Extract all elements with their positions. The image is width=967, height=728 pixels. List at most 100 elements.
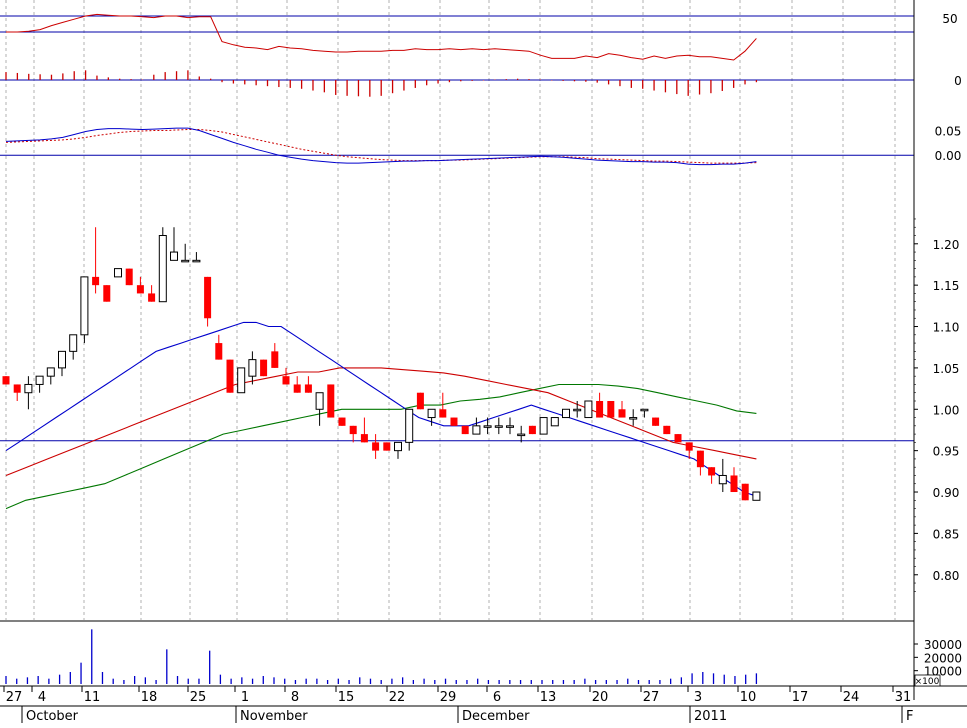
candle-body-down — [450, 417, 458, 426]
candle-body-down — [461, 425, 469, 435]
price-tick-label: 1.20 — [933, 238, 960, 252]
candle-body-up — [80, 276, 89, 336]
volume-tick-label: 30000 — [924, 638, 962, 652]
x-day-label: 4 — [38, 690, 46, 705]
candle-body-down — [271, 351, 279, 368]
x-day-label: 24 — [843, 690, 860, 705]
candle-body-down — [439, 409, 447, 418]
candle-body-down — [304, 384, 312, 393]
candle-body-up — [69, 334, 78, 352]
candle-body-up — [584, 400, 593, 419]
candle-body-up — [550, 417, 559, 427]
candle-body-down — [383, 442, 391, 451]
rsi-tick-label: 50 — [942, 12, 957, 26]
stock-chart: 27 4 11 18 25 1 8 15 22 29 6 13 20 27 3 10 17 24 31 October… — [0, 0, 967, 724]
histogram-tick-label: 0 — [954, 74, 962, 88]
price-tick-label: 1.05 — [933, 362, 960, 376]
candle-body-up — [539, 417, 548, 435]
candle-body-up — [573, 408, 582, 412]
x-day-label: 29 — [440, 690, 457, 705]
x-day-label: 6 — [493, 690, 501, 705]
candle-body-up — [405, 408, 414, 443]
x-day-label: 15 — [338, 690, 355, 705]
candle-body-up — [718, 474, 727, 485]
candle-body-up — [46, 367, 55, 377]
price-tick-label: 0.80 — [933, 569, 960, 583]
candle-body-down — [282, 376, 290, 385]
volume-unit-label: ×100 — [915, 677, 940, 687]
x-day-label: 8 — [291, 690, 299, 705]
candle-body-down — [349, 425, 357, 435]
x-month-label: October — [26, 709, 79, 723]
x-day-label: 27 — [6, 690, 23, 705]
candle-body-down — [663, 425, 671, 435]
candle-body-down — [260, 359, 268, 377]
macd-tick-label: 0.00 — [935, 149, 962, 163]
candle-body-up — [562, 408, 570, 419]
candle-body-up — [494, 425, 503, 428]
x-day-label: 11 — [84, 690, 101, 705]
candle-body-up — [237, 367, 246, 394]
candle-body-down — [125, 268, 133, 286]
candle-body-down — [528, 425, 536, 435]
candle-body-down — [416, 392, 424, 410]
candle-body-up — [517, 433, 526, 437]
volume-panel — [5, 629, 758, 684]
right-axis: 50 0 0.05 0.00 1.20 1.15 1.10 1.05 1.00 0.95 0.90 0… — [913, 0, 962, 700]
candle-body-up — [170, 251, 178, 261]
x-day-label: 3 — [694, 690, 702, 705]
x-day-label: 25 — [190, 690, 207, 705]
price-tick-label: 1.15 — [933, 279, 960, 293]
candle-body-up — [472, 425, 481, 435]
macd-signal-line — [5, 129, 757, 164]
price-tick-label: 0.90 — [933, 486, 960, 500]
candle-body-down — [293, 384, 301, 393]
candle-body-up — [192, 259, 201, 263]
candle-body-up — [640, 408, 649, 412]
rsi-line — [6, 13, 757, 61]
x-month-label: December — [462, 709, 530, 723]
candle-body-up — [181, 259, 190, 263]
candle-body-down — [103, 285, 111, 302]
histogram-panel — [0, 70, 914, 97]
x-day-label: 13 — [540, 690, 557, 705]
candle-body-up — [114, 268, 122, 278]
x-month-label: November — [240, 709, 308, 723]
candle-body-down — [13, 384, 21, 393]
candle-body-down — [708, 467, 716, 476]
chart-svg: 27 4 11 18 25 1 8 15 22 29 6 13 20 27 3 10 17 24 31October… — [0, 0, 967, 724]
candle-body-up — [315, 392, 324, 410]
x-day-label: 31 — [895, 690, 912, 705]
ma-long-line — [5, 383, 757, 510]
candle-body-up — [158, 235, 167, 303]
candle-body-down — [226, 359, 234, 393]
candle-body-down — [360, 434, 368, 443]
candle-body-down — [741, 483, 749, 501]
candle-body-up — [506, 425, 514, 428]
grid-layer — [0, 0, 967, 707]
candle-body-down — [652, 417, 660, 426]
candle-body-down — [136, 285, 144, 294]
x-day-label: 20 — [592, 690, 609, 705]
candle-body-up — [58, 350, 66, 369]
candle-body-up — [427, 408, 436, 419]
candle-body-down — [730, 475, 738, 493]
x-day-label: 22 — [389, 690, 406, 705]
candle-body-down — [327, 384, 335, 418]
x-day-label: 27 — [643, 690, 660, 705]
volume-tick-label: 20000 — [924, 651, 962, 665]
candle-body-down — [204, 276, 212, 319]
x-day-label: 18 — [141, 690, 158, 705]
macd-panel — [0, 127, 914, 166]
candle-body-up — [248, 359, 257, 377]
candle-body-up — [35, 375, 44, 385]
x-month-label: 2011 — [694, 709, 727, 723]
candle-body-down — [618, 409, 626, 418]
x-month-label: F — [906, 709, 913, 723]
x-day-label: 10 — [740, 690, 757, 705]
x-day-label: 17 — [792, 690, 809, 705]
candle-body-up — [394, 441, 402, 452]
candle-body-down — [685, 442, 693, 451]
candle-body-down — [696, 450, 704, 468]
price-tick-label: 0.85 — [933, 527, 960, 541]
